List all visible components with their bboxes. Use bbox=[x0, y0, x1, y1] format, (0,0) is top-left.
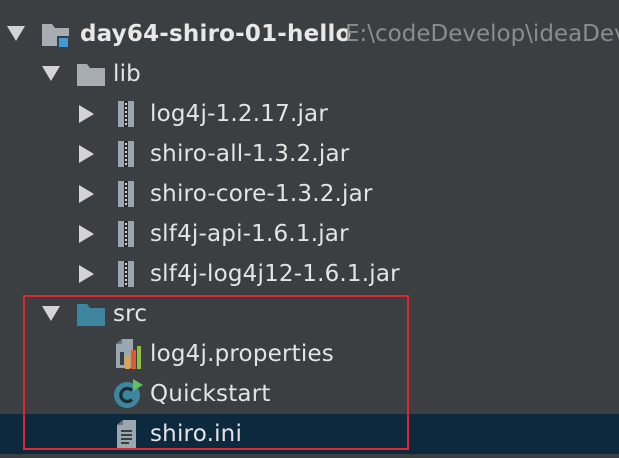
expand-arrow-icon[interactable] bbox=[79, 225, 94, 243]
project-name: day64-shiro-01-hello bbox=[80, 21, 352, 47]
jar-icon bbox=[118, 141, 134, 167]
file-name: log4j.properties bbox=[150, 341, 334, 367]
jar-icon bbox=[118, 261, 134, 287]
java-class-icon bbox=[114, 379, 143, 408]
jar-name: slf4j-log4j12-1.6.1.jar bbox=[150, 261, 400, 287]
jar-name: log4j-1.2.17.jar bbox=[150, 101, 328, 127]
expand-arrow-icon[interactable] bbox=[7, 26, 25, 41]
folder-name: src bbox=[113, 301, 148, 327]
folder-icon bbox=[77, 64, 105, 86]
jar-icon bbox=[118, 101, 134, 127]
project-tree[interactable]: day64-shiro-01-hello E:\codeDevelop\idea… bbox=[0, 0, 619, 458]
source-folder-icon bbox=[77, 304, 105, 326]
tree-node-file[interactable]: log4j.properties bbox=[0, 334, 619, 374]
project-path: E:\codeDevelop\ideaDev bbox=[345, 21, 619, 47]
jar-name: slf4j-api-1.6.1.jar bbox=[150, 221, 349, 247]
file-name: shiro.ini bbox=[150, 421, 243, 447]
expand-arrow-icon[interactable] bbox=[79, 265, 94, 283]
expand-arrow-icon[interactable] bbox=[79, 145, 94, 163]
tree-node-file-selected[interactable]: shiro.ini bbox=[0, 414, 619, 454]
text-file-icon bbox=[117, 420, 136, 448]
tree-node-src[interactable]: src bbox=[0, 294, 619, 334]
tree-node-jar[interactable]: log4j-1.2.17.jar bbox=[0, 94, 619, 134]
tree-node-lib[interactable]: lib bbox=[0, 54, 619, 94]
expand-arrow-icon[interactable] bbox=[42, 306, 60, 321]
expand-arrow-icon[interactable] bbox=[79, 105, 94, 123]
expand-arrow-icon[interactable] bbox=[42, 66, 60, 81]
tree-node-jar[interactable]: shiro-all-1.3.2.jar bbox=[0, 134, 619, 174]
jar-name: shiro-all-1.3.2.jar bbox=[150, 141, 350, 167]
jar-name: shiro-core-1.3.2.jar bbox=[150, 181, 373, 207]
properties-file-icon bbox=[116, 339, 141, 369]
module-folder-icon bbox=[42, 24, 69, 48]
tree-node-project[interactable]: day64-shiro-01-hello E:\codeDevelop\idea… bbox=[0, 14, 619, 54]
jar-icon bbox=[118, 181, 134, 207]
tree-node-jar[interactable]: shiro-core-1.3.2.jar bbox=[0, 174, 619, 214]
tree-node-jar[interactable]: slf4j-api-1.6.1.jar bbox=[0, 214, 619, 254]
folder-name: lib bbox=[113, 61, 141, 87]
expand-arrow-icon[interactable] bbox=[79, 185, 94, 203]
tree-node-jar[interactable]: slf4j-log4j12-1.6.1.jar bbox=[0, 254, 619, 294]
file-name: Quickstart bbox=[150, 381, 271, 407]
tree-node-file[interactable]: Quickstart bbox=[0, 374, 619, 414]
jar-icon bbox=[118, 221, 134, 247]
